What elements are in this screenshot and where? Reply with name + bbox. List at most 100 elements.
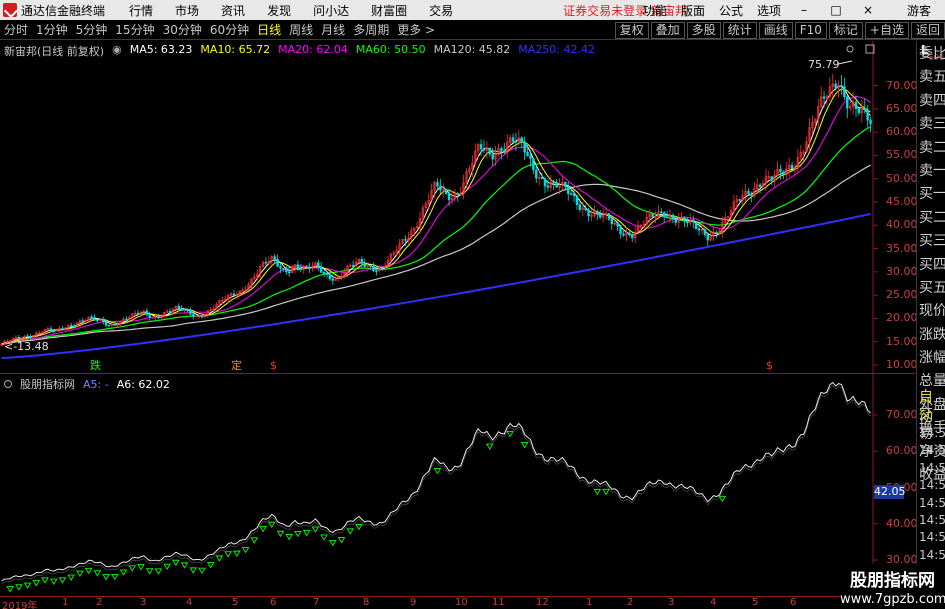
tick-time: 14:56 (919, 426, 945, 440)
tool-adjust[interactable]: 复权 (614, 21, 649, 39)
candle-body (540, 177, 544, 179)
menu-item-trade[interactable]: 交易 (429, 2, 453, 19)
date-tick: 9 (410, 597, 417, 608)
candle-body (665, 216, 669, 219)
candle-body (630, 234, 634, 239)
candle-body (456, 193, 459, 196)
buy-signal-icon (320, 534, 328, 541)
candle-body (375, 270, 378, 272)
candle-body (575, 195, 579, 205)
menu-layout[interactable]: 版面 (681, 2, 705, 19)
candle-body (692, 219, 695, 223)
menu-item-ask[interactable]: 问小达 (313, 2, 349, 19)
period-multi[interactable]: 多周期 (349, 21, 393, 38)
buy-signal-icon (23, 582, 32, 589)
candle-body (125, 318, 128, 321)
buy-signal-icon (6, 586, 14, 593)
buy-signal-icon (250, 537, 259, 544)
candle-body (628, 232, 631, 236)
period-toolbar: 分时 1分钟 5分钟 15分钟 30分钟 60分钟 日线 周线 月线 多周期 更… (0, 20, 945, 40)
menu-options[interactable]: 选项 (757, 2, 781, 19)
candle-body (662, 212, 666, 218)
date-tick: 10 (455, 597, 468, 608)
tick-time: 14:56 (919, 460, 945, 475)
tool-mark[interactable]: 标记 (828, 21, 863, 39)
indicator-a6: A6: 62.02 (116, 377, 170, 391)
menu-item-wealth[interactable]: 财富圈 (371, 2, 407, 19)
period-more[interactable]: 更多 > (393, 21, 439, 38)
candle-body (180, 308, 183, 311)
ma250-label: MA250: 42.42 (518, 43, 596, 56)
candle-body (189, 310, 192, 315)
period-daily[interactable]: 日线 (253, 21, 285, 38)
period-monthly[interactable]: 月线 (317, 21, 349, 38)
indicator-value-tag: 42.05 (874, 485, 906, 499)
candle-body (546, 185, 550, 188)
period-1min[interactable]: 1分钟 (32, 21, 72, 38)
quote-field-label: 涨跌 (919, 326, 945, 343)
period-30min[interactable]: 30分钟 (159, 21, 206, 38)
buy-signal-icon (84, 567, 93, 575)
candle-body (148, 314, 151, 318)
candle-body (747, 190, 750, 195)
ma10-line (1, 88, 871, 345)
ma-eye-icon[interactable]: ◉ (112, 43, 122, 59)
candle-body (535, 169, 538, 179)
buy-signal-icon (180, 562, 189, 569)
period-timeshare[interactable]: 分时 (0, 21, 32, 38)
date-axis: 2019年 1 2 3 4 5 6 7 8 9 10 11 12 1 2 3 4 5 6 (0, 596, 915, 609)
menu-item-news[interactable]: 资讯 (221, 2, 245, 19)
candle-body (482, 148, 486, 151)
tool-f10[interactable]: F10 (794, 21, 827, 39)
menu-formula[interactable]: 公式 (719, 2, 743, 19)
candle-body (596, 211, 599, 214)
candle-body (299, 268, 303, 270)
candle-body (564, 181, 567, 188)
ma-legend: 新宙邦(日线 前复权) ◉ MA5: 63.23 MA10: 65.72 MA2… (4, 43, 595, 59)
tool-draw[interactable]: 画线 (758, 21, 793, 39)
watermark-title: 股朋指标网 (850, 571, 935, 591)
candle-body (93, 316, 96, 321)
guest-user[interactable]: 游客 (907, 2, 931, 19)
tool-overlay[interactable]: 叠加 (650, 21, 685, 39)
candle-body (232, 293, 236, 296)
tool-multi-stock[interactable]: 多股 (686, 21, 721, 39)
candle-body (686, 221, 689, 224)
main-kline-chart[interactable]: 新宙邦(日线 前复权) ◉ MA5: 63.23 MA10: 65.72 MA2… (0, 41, 918, 373)
minimize-icon[interactable]: – (795, 3, 813, 17)
tool-add-watch[interactable]: +自选 (864, 21, 909, 39)
candle-body (282, 268, 285, 270)
period-60min[interactable]: 60分钟 (206, 21, 253, 38)
candle-body (29, 335, 32, 338)
candle-body (758, 184, 762, 187)
candle-body (104, 321, 108, 326)
menu-item-discover[interactable]: 发现 (267, 2, 291, 19)
menu-function[interactable]: 功能 (643, 2, 667, 19)
date-tick: 4 (710, 597, 717, 608)
tool-stats[interactable]: 统计 (722, 21, 757, 39)
period-weekly[interactable]: 周线 (285, 21, 317, 38)
buy-signal-icon (602, 488, 610, 496)
menu-item-quotes[interactable]: 行情 (129, 2, 153, 19)
candle-body (520, 137, 523, 143)
indicator-toggle-icon[interactable] (4, 380, 12, 388)
maximize-icon[interactable]: □ (827, 3, 845, 17)
price-tick: 40.00 (886, 218, 918, 232)
close-icon[interactable]: × (859, 3, 877, 17)
buy-signal-icon (41, 577, 49, 584)
buy-signal-icon (311, 526, 320, 533)
tool-back[interactable]: 返回 (910, 21, 945, 39)
indicator-name[interactable]: 股朋指标网 (20, 376, 75, 392)
date-tick: 7 (313, 597, 320, 608)
buy-signal-icon (67, 574, 76, 581)
candle-body (322, 272, 326, 274)
indicator-canvas (1, 374, 878, 597)
quote-field-label: 卖一 (919, 162, 945, 179)
tick-time: 14:56 (919, 443, 945, 458)
buy-signal-icon (137, 564, 145, 571)
indicator-chart[interactable]: 股朋指标网 A5: - A6: 62.02 70.0060.0050.0040.… (0, 373, 918, 597)
period-5min[interactable]: 5分钟 (72, 21, 112, 38)
candle-body (599, 213, 602, 218)
menu-item-market[interactable]: 市场 (175, 2, 199, 19)
period-15min[interactable]: 15分钟 (111, 21, 158, 38)
